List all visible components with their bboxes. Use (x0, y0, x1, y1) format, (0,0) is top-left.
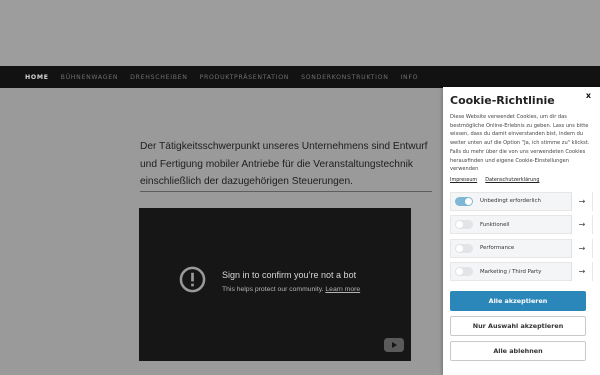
toggle-performance[interactable] (455, 243, 473, 253)
category-label: Marketing / Third Party (480, 268, 542, 275)
cookie-category-functional: Funktionell → (450, 215, 593, 235)
cookie-consent-dialog: x Cookie-Richtlinie Diese Website verwen… (443, 87, 600, 375)
arrow-right-icon[interactable]: → (571, 191, 592, 211)
datenschutz-link[interactable]: Datenschutzerklärung (485, 177, 539, 183)
toggle-required[interactable] (455, 196, 473, 206)
cookie-category-marketing: Marketing / Third Party → (450, 262, 593, 282)
cookie-links: Impressum Datenschutzerklärung (450, 177, 593, 183)
nav-item-info[interactable]: INFO (401, 74, 419, 81)
learn-more-link[interactable]: Learn more (325, 286, 360, 293)
toggle-functional[interactable] (455, 220, 473, 230)
nav-item-sonderkonstruktion[interactable]: SONDERKONSTRUKTION (301, 74, 388, 81)
nav-item-produktpraesentation[interactable]: PRODUKTPRÄSENTATION (200, 74, 289, 81)
accept-selection-button[interactable]: Nur Auswahl akzeptieren (450, 316, 586, 337)
category-label: Funktionell (480, 221, 510, 228)
divider (140, 191, 432, 192)
video-error-message: This helps protect our community. (222, 286, 324, 293)
arrow-right-icon[interactable]: → (571, 215, 592, 235)
toggle-marketing[interactable] (455, 267, 473, 277)
accept-all-button[interactable]: Alle akzeptieren (450, 291, 586, 312)
video-error-subtitle: This helps protect our community. Learn … (222, 286, 360, 293)
category-label: Unbedingt erforderlich (480, 198, 541, 205)
cookie-dialog-title: Cookie-Richtlinie (450, 94, 555, 107)
cookie-category-required: Unbedingt erforderlich → (450, 191, 593, 211)
cookie-description: Diese Website verwendet Cookies, um dir … (450, 114, 590, 173)
cookie-category-performance: Performance → (450, 238, 593, 258)
intro-text: Der Tätigkeitsschwerpunkt unseres Untern… (140, 141, 428, 187)
cookie-categories: Unbedingt erforderlich → Funktionell → P… (450, 191, 593, 282)
close-icon[interactable]: x (586, 91, 591, 100)
toggle-knob (456, 268, 463, 276)
reject-all-button[interactable]: Alle ablehnen (450, 341, 586, 362)
nav-item-buehnenwagen[interactable]: BÜHNENWAGEN (61, 74, 119, 81)
video-embed[interactable]: Sign in to confirm you’re not a bot This… (139, 208, 411, 361)
header-band (0, 0, 600, 66)
arrow-right-icon[interactable]: → (571, 262, 592, 282)
impressum-link[interactable]: Impressum (450, 177, 477, 183)
nav-item-home[interactable]: HOME (25, 74, 49, 81)
toggle-knob (456, 244, 463, 252)
youtube-icon[interactable] (384, 338, 404, 352)
toggle-knob (456, 221, 463, 229)
toggle-knob (465, 197, 472, 205)
main-navigation: HOME BÜHNENWAGEN DREHSCHEIBEN PRODUKTPRÄ… (0, 66, 600, 88)
video-error-title: Sign in to confirm you’re not a bot (222, 270, 357, 280)
category-label: Performance (480, 245, 515, 252)
arrow-right-icon[interactable]: → (571, 238, 592, 258)
alert-circle-icon (179, 266, 206, 293)
nav-item-drehscheiben[interactable]: DREHSCHEIBEN (130, 74, 187, 81)
